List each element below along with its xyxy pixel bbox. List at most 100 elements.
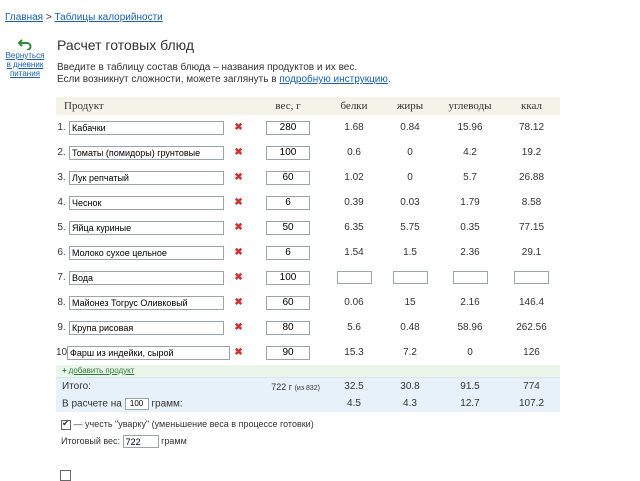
product-name-input[interactable] — [69, 270, 224, 285]
back-to-diary[interactable]: Вернуться в дневник питания — [4, 38, 46, 78]
column-fat: жиры — [383, 97, 438, 115]
cooking-loss-checkbox[interactable]: ✔ — [61, 417, 71, 430]
delete-icon[interactable]: ✖ — [234, 272, 242, 283]
delete-icon[interactable]: ✖ — [234, 147, 242, 158]
column-kcal: ккал — [503, 97, 561, 115]
fat-value: 0.03 — [400, 197, 420, 208]
per-amount-input[interactable] — [124, 397, 149, 410]
kcal-value: 262.56 — [516, 322, 547, 333]
column-weight: вес, г — [251, 97, 326, 115]
delete-icon[interactable]: ✖ — [234, 347, 242, 358]
intro-text: Введите в таблицу состав блюда – названи… — [57, 62, 391, 85]
delete-icon[interactable]: ✖ — [234, 297, 242, 308]
carbs-empty-field — [452, 271, 488, 284]
product-name-input[interactable] — [69, 170, 224, 185]
table-row: 6. ✖ 1.54 1.5 2.36 29.1 — [56, 240, 560, 265]
kcal-value: 146.4 — [519, 297, 545, 308]
row-number: 4. — [57, 197, 66, 208]
weight-input[interactable] — [266, 295, 311, 310]
carbs-value: 5.7 — [463, 172, 477, 183]
protein-value: 6.35 — [344, 222, 364, 233]
page-title: Расчет готовых блюд — [57, 37, 195, 53]
totals-row: Итого: 722 г (из 832) 32.5 30.8 91.5 774 — [56, 378, 560, 395]
final-weight-input[interactable] — [122, 435, 159, 448]
weight-input[interactable] — [266, 120, 311, 135]
weight-input[interactable] — [266, 195, 311, 210]
back-to-diary-link[interactable]: Вернуться в дневник питания — [6, 51, 45, 78]
column-carbs: углеводы — [437, 97, 504, 115]
breadcrumb-separator: > — [45, 12, 52, 23]
add-product-row: + добавить продукт — [56, 365, 560, 378]
weight-input[interactable] — [266, 245, 311, 260]
carbs-value: 0.35 — [460, 222, 480, 233]
checkmark-icon: ✔ — [62, 417, 70, 428]
protein-value: 1.54 — [344, 247, 364, 258]
total-weight: 722 г (из 832) — [271, 381, 320, 392]
product-name-input[interactable] — [69, 295, 224, 310]
weight-input[interactable] — [266, 270, 311, 285]
column-product: Продукт — [56, 97, 252, 115]
delete-icon[interactable]: ✖ — [234, 172, 242, 183]
carbs-value: 58.96 — [457, 322, 483, 333]
total-carbs: 91.5 — [460, 381, 480, 392]
protein-value: 0.39 — [344, 197, 364, 208]
total-fat: 30.8 — [400, 381, 420, 392]
carbs-value: 2.36 — [460, 247, 480, 258]
per-amount-row: В расчете на грамм: 4.5 4.3 12.7 107.2 — [56, 395, 560, 412]
kcal-value: 29.1 — [521, 247, 542, 258]
fat-value: 1.5 — [403, 247, 417, 258]
product-name-input[interactable] — [69, 320, 224, 335]
table-header: Продукт вес, г белки жиры углеводы ккал — [56, 97, 561, 115]
row-number: 8. — [57, 297, 66, 308]
table-row: 2. ✖ 0.6 0 4.2 19.2 — [56, 140, 560, 165]
delete-icon[interactable]: ✖ — [234, 197, 242, 208]
kcal-value: 26.88 — [519, 172, 545, 183]
fat-value: 0 — [407, 172, 413, 183]
table-row: 7. ✖ — [56, 265, 560, 290]
add-product-link[interactable]: добавить продукт — [69, 366, 135, 375]
final-weight-unit: грамм — [161, 435, 187, 446]
instructions-link[interactable]: подробную инструкцию — [279, 74, 388, 85]
product-name-input[interactable] — [67, 345, 230, 360]
breadcrumb-home-link[interactable]: Главная — [5, 12, 43, 23]
final-weight-row: Итоговый вес: грамм — [61, 435, 187, 448]
totals-label: Итого: — [62, 381, 91, 392]
checkbox[interactable] — [60, 470, 71, 481]
delete-icon[interactable]: ✖ — [234, 322, 242, 333]
table-row: 8. ✖ 0.06 15 2.16 146.4 — [56, 290, 560, 315]
delete-icon[interactable]: ✖ — [234, 222, 242, 233]
product-name-input[interactable] — [69, 245, 224, 260]
carbs-value: 15.96 — [457, 122, 483, 133]
product-name-input[interactable] — [69, 220, 224, 235]
delete-icon[interactable]: ✖ — [234, 247, 242, 258]
table-row: 4. ✖ 0.39 0.03 1.79 8.58 — [56, 190, 560, 215]
kcal-value: 77.15 — [519, 222, 545, 233]
product-name-input[interactable] — [69, 145, 224, 160]
product-name-input[interactable] — [69, 195, 224, 210]
weight-input[interactable] — [266, 145, 311, 160]
kcal-value: 126 — [523, 347, 540, 358]
table-row: 3. ✖ 1.02 0 5.7 26.88 — [56, 165, 560, 190]
carbs-value: 2.16 — [460, 297, 480, 308]
protein-value: 0.06 — [344, 297, 364, 308]
fat-value: 7.2 — [403, 347, 417, 358]
breadcrumb-calorie-tables-link[interactable]: Таблицы калорийности — [54, 12, 162, 23]
protein-value: 0.6 — [347, 147, 361, 158]
delete-icon[interactable]: ✖ — [234, 122, 242, 133]
weight-input[interactable] — [266, 220, 311, 235]
weight-input[interactable] — [266, 320, 311, 335]
per-protein: 4.5 — [347, 398, 361, 409]
total-protein: 32.5 — [344, 381, 364, 392]
protein-value: 15.3 — [344, 347, 364, 358]
product-name-input[interactable] — [69, 120, 224, 135]
total-kcal: 774 — [523, 381, 540, 392]
kcal-empty-field — [514, 271, 550, 284]
weight-input[interactable] — [266, 345, 311, 360]
plus-icon: + — [62, 366, 67, 375]
row-number: 1. — [57, 122, 66, 133]
ingredients-table: Продукт вес, г белки жиры углеводы ккал … — [56, 97, 561, 365]
fat-value: 5.75 — [400, 222, 420, 233]
weight-input[interactable] — [266, 170, 311, 185]
column-protein: белки — [325, 97, 384, 115]
row-number: 10. — [56, 347, 70, 358]
